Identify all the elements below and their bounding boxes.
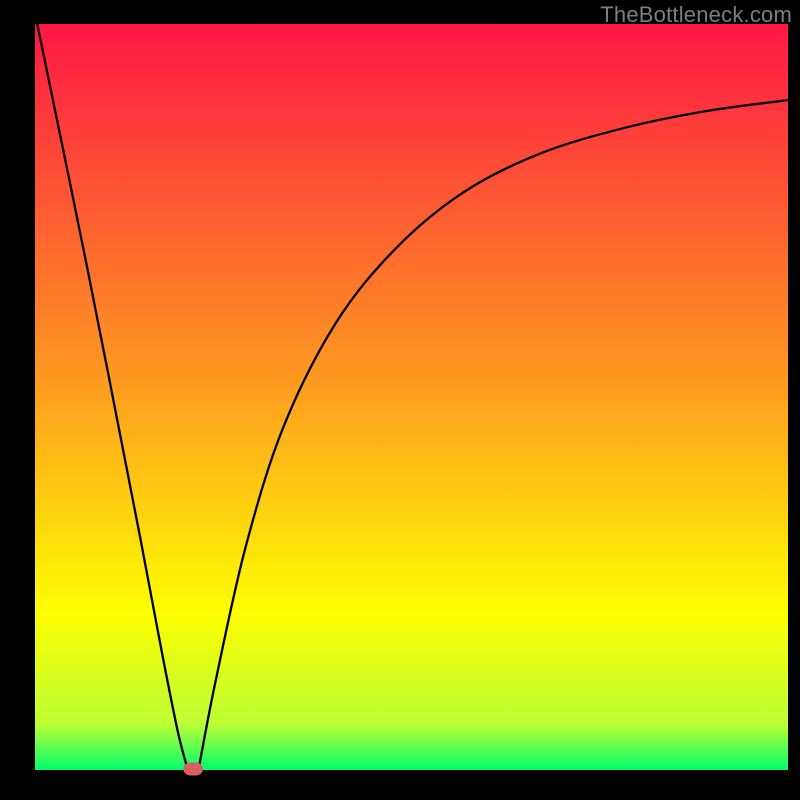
watermark-text: TheBottleneck.com bbox=[600, 2, 792, 28]
chart-frame: TheBottleneck.com bbox=[0, 0, 800, 800]
optimum-marker bbox=[183, 763, 203, 776]
chart-background-gradient bbox=[35, 24, 788, 770]
chart-canvas bbox=[0, 0, 800, 800]
